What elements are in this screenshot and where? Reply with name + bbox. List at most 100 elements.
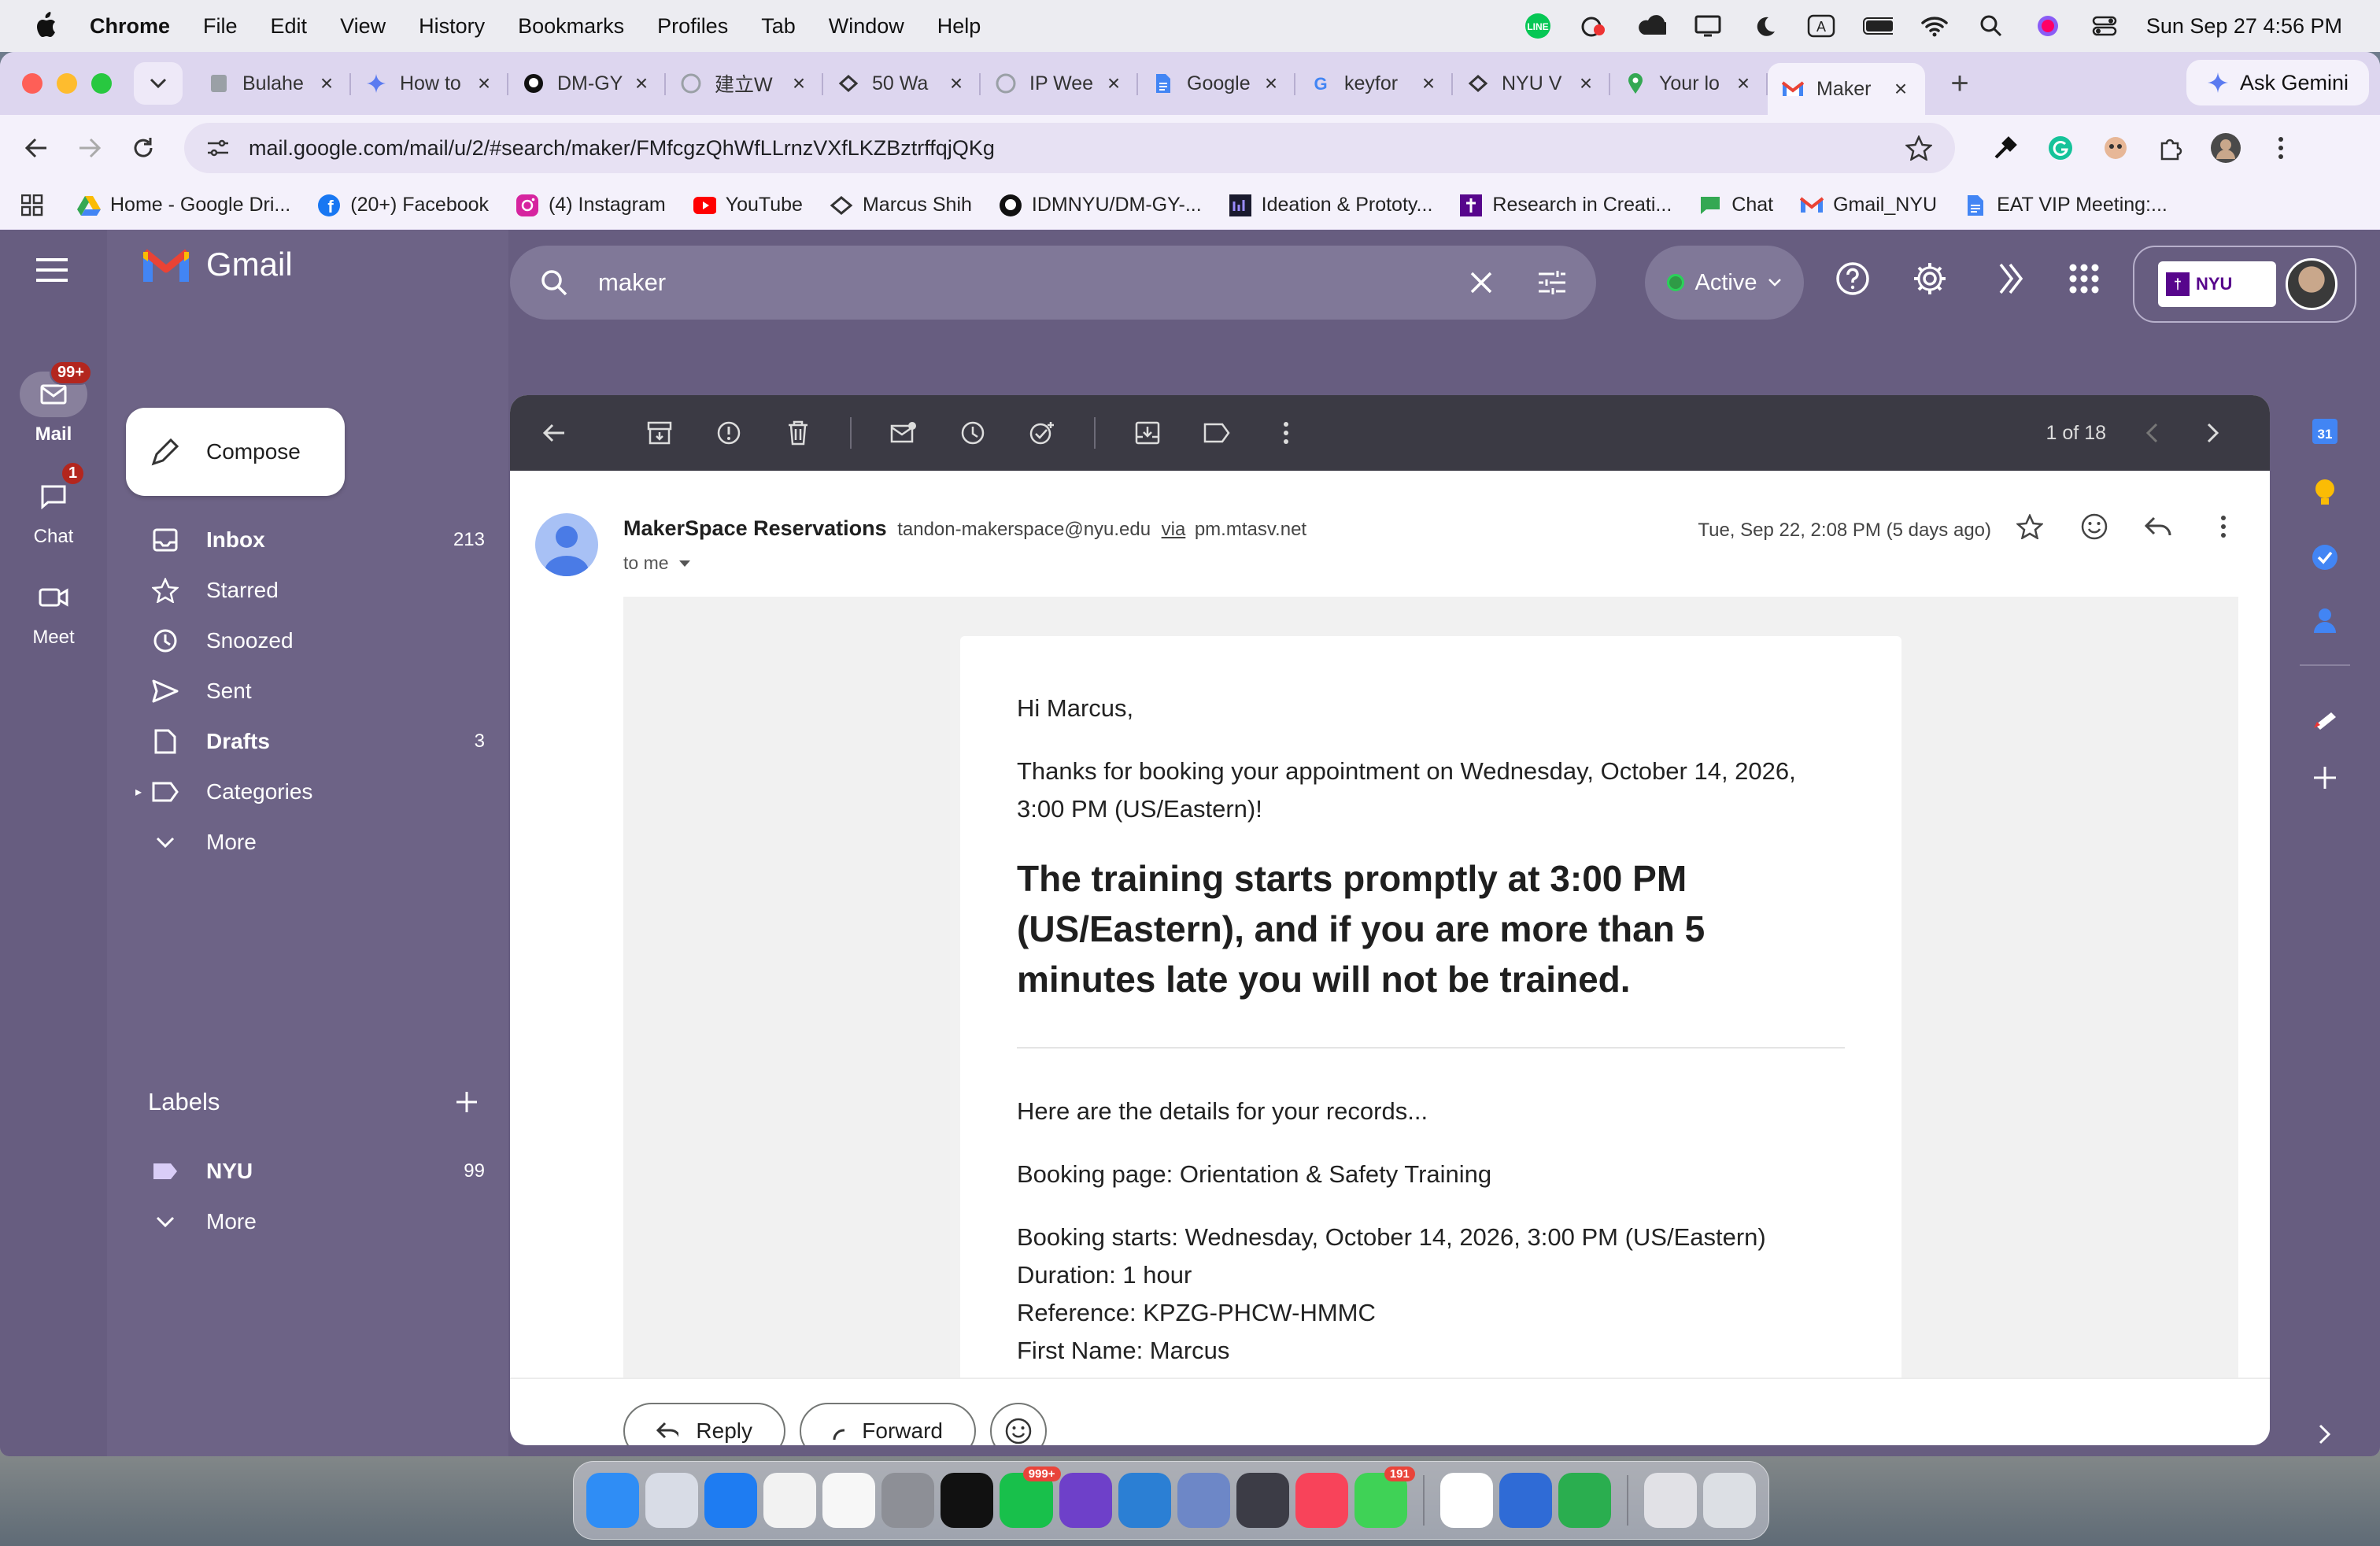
search-options-icon[interactable]: [1535, 265, 1569, 300]
display-icon[interactable]: [1693, 11, 1723, 41]
caret-right-icon[interactable]: ▸: [135, 784, 151, 800]
extensions-puzzle-icon[interactable]: [2155, 132, 2186, 164]
sender-avatar[interactable]: [535, 513, 598, 576]
menubar-edit[interactable]: Edit: [271, 14, 308, 39]
reply-arrow-icon[interactable]: [2142, 510, 2175, 543]
close-window-button[interactable]: [22, 73, 42, 94]
tab-0[interactable]: Bulahe ×: [194, 61, 351, 106]
battery-icon[interactable]: [1862, 11, 1893, 41]
mark-unread-icon[interactable]: [886, 416, 921, 450]
nav-categories[interactable]: ▸ Categories: [107, 767, 508, 817]
bookmark-facebook[interactable]: f (20+) Facebook: [317, 194, 489, 217]
add-to-tasks-icon[interactable]: [1025, 416, 1059, 450]
menubar-bookmarks[interactable]: Bookmarks: [518, 14, 624, 39]
menubar-clock[interactable]: Sun Sep 27 4:56 PM: [2146, 14, 2342, 39]
tab-search-button[interactable]: [134, 62, 183, 105]
newer-chevron-icon[interactable]: [2136, 417, 2168, 449]
menubar-app-name[interactable]: Chrome: [90, 14, 170, 39]
bookmark-eat-vip[interactable]: EAT VIP Meeting:...: [1964, 194, 2168, 217]
menubar-file[interactable]: File: [203, 14, 238, 39]
ask-gemini-button[interactable]: Ask Gemini: [2186, 60, 2369, 105]
back-to-search-icon[interactable]: [537, 416, 571, 450]
tab-close-icon[interactable]: ×: [631, 71, 652, 96]
dock-chrome-icon[interactable]: [763, 1473, 817, 1528]
bookmark-star-icon[interactable]: [1903, 132, 1935, 164]
address-bar[interactable]: mail.google.com/mail/u/2/#search/maker/F…: [184, 123, 1955, 173]
tab-close-icon[interactable]: ×: [1418, 71, 1439, 96]
tab-1[interactable]: How to ×: [351, 61, 508, 106]
wifi-icon[interactable]: [1920, 11, 1949, 41]
dock-slack-icon[interactable]: [1439, 1473, 1493, 1528]
bookmark-instagram[interactable]: (4) Instagram: [516, 194, 666, 217]
get-addons-plus-icon[interactable]: [2308, 760, 2342, 795]
new-tab-button[interactable]: +: [1938, 66, 1982, 102]
menubar-tab[interactable]: Tab: [761, 14, 796, 39]
label-as-icon[interactable]: [1199, 416, 1234, 450]
dock-music-icon[interactable]: [1295, 1473, 1348, 1528]
minimize-window-button[interactable]: [57, 73, 77, 94]
bookmark-chat[interactable]: Chat: [1698, 194, 1773, 217]
dock-launchpad-icon[interactable]: [645, 1473, 699, 1528]
calendar-icon[interactable]: 31: [2308, 414, 2342, 449]
forward-arrow-icon[interactable]: [72, 131, 107, 165]
focus-moon-icon[interactable]: [1750, 11, 1779, 41]
search-query[interactable]: maker: [598, 268, 1464, 297]
rail-chat[interactable]: 1 Chat: [0, 461, 107, 548]
move-to-icon[interactable]: [1130, 416, 1165, 450]
message-more-icon[interactable]: [2207, 510, 2240, 543]
bookmark-youtube[interactable]: YouTube: [693, 194, 803, 217]
status-selector[interactable]: Active: [1645, 246, 1804, 320]
gmail-logo[interactable]: Gmail: [142, 246, 293, 283]
dock-line-icon[interactable]: 999+: [1000, 1466, 1061, 1528]
dock-safari-icon[interactable]: [704, 1473, 758, 1528]
reload-icon[interactable]: [126, 131, 161, 165]
tab-close-icon[interactable]: ×: [1261, 71, 1281, 96]
dock-downloads-icon[interactable]: [1643, 1473, 1697, 1528]
nav-inbox[interactable]: Inbox 213: [107, 515, 508, 565]
recipient-details-toggle[interactable]: to me: [623, 553, 691, 574]
bookmark-research[interactable]: Research in Creati...: [1459, 194, 1672, 217]
control-center-icon[interactable]: [2090, 11, 2119, 41]
menubar-history[interactable]: History: [419, 14, 485, 39]
nav-starred[interactable]: Starred: [107, 565, 508, 616]
tab-close-icon[interactable]: ×: [1890, 76, 1911, 102]
add-label-icon[interactable]: [455, 1090, 479, 1114]
google-apps-icon[interactable]: [2065, 260, 2103, 298]
compose-button[interactable]: Compose: [126, 408, 345, 496]
creative-cloud-icon[interactable]: [1636, 11, 1666, 41]
expand-panel-chevron-icon[interactable]: [2308, 1417, 2342, 1452]
mail-search-bar[interactable]: maker: [510, 246, 1596, 320]
delete-trash-icon[interactable]: [781, 416, 815, 450]
bookmark-drive[interactable]: Home - Google Dri...: [77, 194, 290, 217]
tab-close-icon[interactable]: ×: [789, 71, 809, 96]
dock-trash-icon[interactable]: [1702, 1473, 1757, 1528]
dock-photos-icon[interactable]: [822, 1473, 876, 1528]
tab-9[interactable]: Your lo ×: [1610, 61, 1768, 106]
tab-close-icon[interactable]: ×: [474, 71, 494, 96]
account-switcher[interactable]: † NYU: [2133, 246, 2356, 323]
contacts-icon[interactable]: [2308, 603, 2342, 638]
main-menu-icon[interactable]: [35, 257, 69, 287]
dock-messages-icon[interactable]: 191: [1354, 1466, 1415, 1528]
clear-search-icon[interactable]: [1464, 265, 1499, 300]
bookmark-gmail-nyu[interactable]: Gmail_NYU: [1800, 194, 1937, 217]
tab-8[interactable]: NYU V ×: [1453, 61, 1610, 106]
addon-icon[interactable]: [2308, 701, 2342, 735]
settings-gear-icon[interactable]: [1911, 260, 1949, 298]
tab-close-icon[interactable]: ×: [1103, 71, 1124, 96]
reply-emoji-button[interactable]: [990, 1403, 1047, 1445]
tab-close-icon[interactable]: ×: [946, 71, 966, 96]
dock-spotify-icon[interactable]: [941, 1473, 994, 1528]
tab-close-icon[interactable]: ×: [1733, 71, 1754, 96]
nav-drafts[interactable]: Drafts 3: [107, 716, 508, 767]
tab-6[interactable]: Google ×: [1138, 61, 1295, 106]
tab-close-icon[interactable]: ×: [316, 71, 337, 96]
keep-icon[interactable]: [2308, 475, 2342, 510]
back-arrow-icon[interactable]: [19, 131, 54, 165]
extension-avatar-icon[interactable]: [2100, 132, 2131, 164]
tab-5[interactable]: IP Wee ×: [981, 61, 1138, 106]
add-reaction-icon[interactable]: [2078, 510, 2111, 543]
snooze-clock-icon[interactable]: [955, 416, 990, 450]
more-options-icon[interactable]: [1269, 416, 1303, 450]
help-icon[interactable]: [1834, 260, 1872, 298]
